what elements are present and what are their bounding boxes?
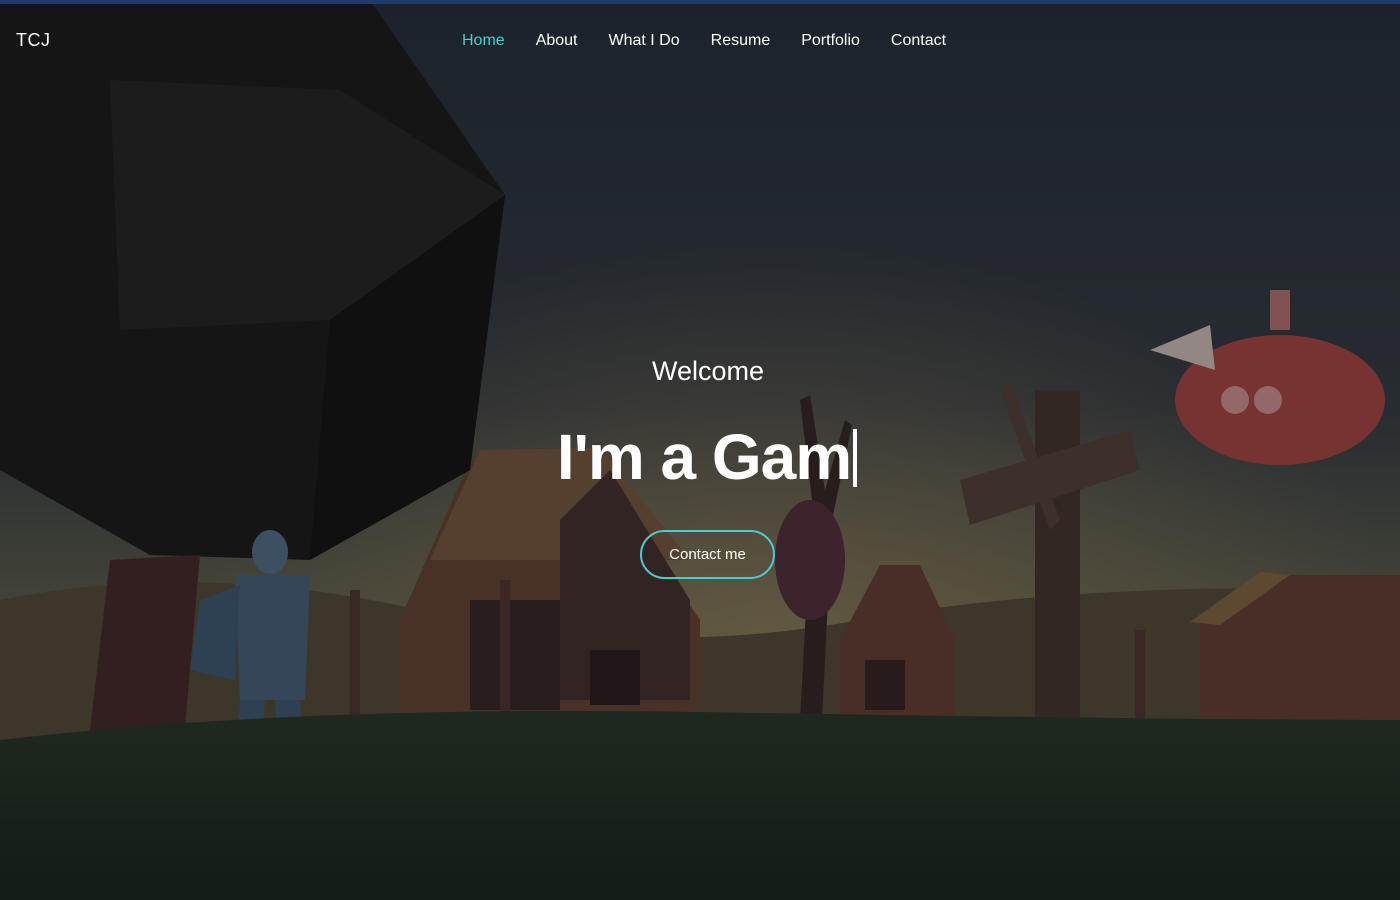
nav-menu: Home About What I Do Resume Portfolio Co… xyxy=(462,32,977,50)
brand-logo[interactable]: TCJ xyxy=(16,30,51,51)
typing-cursor xyxy=(853,429,858,487)
page: TCJ Home About What I Do Resume Portfoli… xyxy=(0,0,1400,900)
hero-welcome-text: Welcome xyxy=(651,356,765,386)
hero-section: Welcome I'm a Gam Contact me xyxy=(0,0,1400,900)
top-navbar: TCJ Home About What I Do Resume Portfoli… xyxy=(0,4,1400,74)
typed-text: I'm a Gam xyxy=(556,421,852,493)
hero-typed-heading: I'm a Gam xyxy=(0,420,1400,494)
nav-item-home[interactable]: Home xyxy=(462,32,505,50)
nav-item-portfolio[interactable]: Portfolio xyxy=(801,32,860,50)
contact-me-button[interactable]: Contact me xyxy=(640,530,775,579)
top-accent-strip xyxy=(0,0,1400,4)
nav-item-about[interactable]: About xyxy=(536,32,578,50)
nav-item-resume[interactable]: Resume xyxy=(711,32,771,50)
nav-item-what-i-do[interactable]: What I Do xyxy=(609,32,680,50)
nav-item-contact[interactable]: Contact xyxy=(891,32,946,50)
